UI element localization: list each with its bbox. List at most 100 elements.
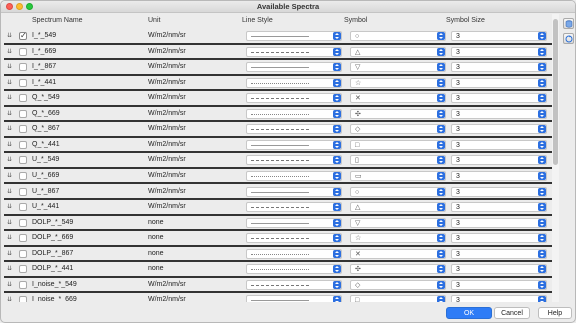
up-down-stepper-icon[interactable] [333, 234, 341, 243]
up-down-stepper-icon[interactable] [333, 296, 341, 302]
row-checkbox[interactable] [19, 140, 27, 149]
up-down-stepper-icon[interactable] [538, 203, 546, 212]
up-down-stepper-icon[interactable] [437, 218, 445, 227]
table-row[interactable]: ⇊ I_*_441 W/m2/nm/sr ☆ 3 [4, 76, 552, 92]
chevron-down-icon[interactable]: ⇊ [7, 94, 12, 101]
up-down-stepper-icon[interactable] [538, 280, 546, 289]
up-down-stepper-icon[interactable] [437, 78, 445, 87]
line-style-select[interactable] [246, 264, 342, 275]
symbol-size-select[interactable]: 3 [451, 139, 547, 150]
table-row[interactable]: ⇊ Q_*_549 W/m2/nm/sr ✕ 3 [4, 91, 552, 107]
up-down-stepper-icon[interactable] [333, 140, 341, 149]
up-down-stepper-icon[interactable] [437, 94, 445, 103]
symbol-size-select[interactable]: 3 [451, 186, 547, 197]
up-down-stepper-icon[interactable] [437, 63, 445, 72]
vertical-scrollbar[interactable] [552, 14, 559, 302]
symbol-size-select[interactable]: 3 [451, 108, 547, 119]
symbol-size-select[interactable]: 3 [451, 46, 547, 57]
chevron-down-icon[interactable]: ⇊ [7, 79, 12, 86]
symbol-size-select[interactable]: 3 [451, 217, 547, 228]
symbol-size-select[interactable]: 3 [451, 264, 547, 275]
line-style-select[interactable] [246, 124, 342, 135]
chevron-down-icon[interactable]: ⇊ [7, 281, 12, 288]
symbol-size-select[interactable]: 3 [451, 62, 547, 73]
row-checkbox[interactable] [19, 203, 27, 212]
table-row[interactable]: ⇊ DOLP_*_441 none ✣ 3 [4, 262, 552, 278]
up-down-stepper-icon[interactable] [538, 249, 546, 258]
up-down-stepper-icon[interactable] [538, 47, 546, 56]
row-checkbox[interactable] [19, 187, 27, 196]
up-down-stepper-icon[interactable] [538, 171, 546, 180]
up-down-stepper-icon[interactable] [333, 125, 341, 134]
up-down-stepper-icon[interactable] [437, 125, 445, 134]
up-down-stepper-icon[interactable] [437, 109, 445, 118]
table-row[interactable]: ⇊ Q_*_669 W/m2/nm/sr ✣ 3 [4, 107, 552, 123]
symbol-size-select[interactable]: 3 [451, 31, 547, 41]
up-down-stepper-icon[interactable] [437, 187, 445, 196]
column-header-symbol-size[interactable]: Symbol Size [446, 17, 485, 24]
up-down-stepper-icon[interactable] [538, 125, 546, 134]
symbol-size-select[interactable]: 3 [451, 170, 547, 181]
row-checkbox[interactable] [19, 156, 27, 165]
up-down-stepper-icon[interactable] [538, 156, 546, 165]
symbol-select[interactable]: ✣ [350, 108, 446, 119]
up-down-stepper-icon[interactable] [333, 63, 341, 72]
chevron-down-icon[interactable]: ⇊ [7, 48, 12, 55]
line-style-select[interactable] [246, 233, 342, 244]
line-style-select[interactable] [246, 62, 342, 73]
symbol-size-select[interactable]: 3 [451, 124, 547, 135]
up-down-stepper-icon[interactable] [437, 296, 445, 302]
up-down-stepper-icon[interactable] [437, 140, 445, 149]
chevron-down-icon[interactable]: ⇊ [7, 296, 12, 302]
up-down-stepper-icon[interactable] [333, 47, 341, 56]
line-style-select[interactable] [246, 248, 342, 259]
up-down-stepper-icon[interactable] [437, 47, 445, 56]
line-style-select[interactable] [246, 31, 342, 41]
symbol-size-select[interactable]: 3 [451, 93, 547, 104]
chevron-down-icon[interactable]: ⇊ [7, 219, 12, 226]
row-checkbox[interactable] [19, 63, 27, 72]
up-down-stepper-icon[interactable] [538, 218, 546, 227]
chevron-down-icon[interactable]: ⇊ [7, 125, 12, 132]
up-down-stepper-icon[interactable] [333, 203, 341, 212]
chevron-down-icon[interactable]: ⇊ [7, 172, 12, 179]
table-row[interactable]: ⇊ I_noise_*_549 W/m2/nm/sr ◇ 3 [4, 278, 552, 294]
row-checkbox[interactable] [19, 94, 27, 103]
chevron-down-icon[interactable]: ⇊ [7, 203, 12, 210]
line-style-select[interactable] [246, 93, 342, 104]
row-checkbox[interactable]: ✓ [19, 31, 27, 40]
table-row[interactable]: ⇊ I_*_867 W/m2/nm/sr ▽ 3 [4, 60, 552, 76]
symbol-select[interactable]: ○ [350, 31, 446, 41]
chevron-down-icon[interactable]: ⇊ [7, 188, 12, 195]
row-checkbox[interactable] [19, 78, 27, 87]
up-down-stepper-icon[interactable] [538, 63, 546, 72]
column-header-symbol[interactable]: Symbol [344, 17, 367, 24]
row-checkbox[interactable] [19, 280, 27, 289]
table-row[interactable]: ⇊ Q_*_867 W/m2/nm/sr ◇ 3 [4, 122, 552, 138]
row-checkbox[interactable] [19, 109, 27, 118]
symbol-size-select[interactable]: 3 [451, 202, 547, 213]
chevron-down-icon[interactable]: ⇊ [7, 141, 12, 148]
refresh-icon[interactable] [563, 33, 574, 44]
scrollbar-thumb[interactable] [553, 19, 558, 165]
symbol-select[interactable]: ○ [350, 186, 446, 197]
symbol-select[interactable]: ▽ [350, 217, 446, 228]
up-down-stepper-icon[interactable] [437, 171, 445, 180]
chevron-down-icon[interactable]: ⇊ [7, 250, 12, 257]
line-style-select[interactable] [246, 295, 342, 302]
up-down-stepper-icon[interactable] [333, 218, 341, 227]
up-down-stepper-icon[interactable] [333, 249, 341, 258]
database-icon[interactable] [563, 18, 574, 29]
line-style-select[interactable] [246, 170, 342, 181]
symbol-size-select[interactable]: 3 [451, 248, 547, 259]
symbol-select[interactable]: ◇ [350, 124, 446, 135]
column-header-line-style[interactable]: Line Style [242, 17, 273, 24]
up-down-stepper-icon[interactable] [333, 156, 341, 165]
row-checkbox[interactable] [19, 249, 27, 258]
table-row[interactable]: ⇊ U_*_441 W/m2/nm/sr △ 3 [4, 200, 552, 216]
up-down-stepper-icon[interactable] [437, 280, 445, 289]
up-down-stepper-icon[interactable] [538, 32, 546, 40]
table-row[interactable]: ⇊ ✓ I_*_549 W/m2/nm/sr ○ 3 [4, 29, 552, 45]
table-row[interactable]: ⇊ DOLP_*_669 none ☆ 3 [4, 231, 552, 247]
symbol-select[interactable]: ▭ [350, 170, 446, 181]
